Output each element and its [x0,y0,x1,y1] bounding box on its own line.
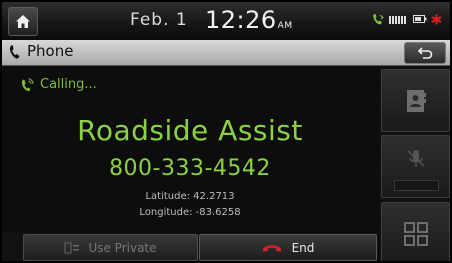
date-display: Feb. 1 [130,10,188,30]
mic-level-indicator [394,180,439,191]
contact-name: Roadside Assist [77,114,303,147]
status-icons [371,12,442,26]
bluetooth-call-icon [373,14,384,25]
call-status-row: Calling... [20,77,97,92]
call-status-text: Calling... [40,77,97,92]
back-arrow-icon [417,47,433,59]
call-action-bar: Use Private End [2,233,378,261]
home-icon [16,15,30,28]
contacts-book-icon [406,89,426,112]
mic-mute-icon [406,149,425,167]
alert-asterisk-icon [431,14,442,24]
title-bar: Phone [2,40,450,66]
status-bar: Feb. 1 12:26AM [2,2,450,40]
longitude-text: Longitude: -83.6258 [139,207,241,218]
latitude-text: Latitude: 42.2713 [145,191,235,202]
phone-screen: Feb. 1 12:26AM Phone Calling... Roadside… [2,2,450,261]
contacts-button[interactable] [381,69,450,132]
back-button[interactable] [404,42,446,64]
keypad-button[interactable] [381,202,450,261]
end-call-label: End [291,240,315,255]
use-private-button[interactable]: Use Private [23,234,198,261]
contact-number: 800-333-4542 [109,156,271,181]
home-button[interactable] [8,7,38,36]
end-call-button[interactable]: End [199,234,377,261]
use-private-label: Use Private [88,240,157,255]
calling-phone-icon [21,77,34,91]
clock-ampm: AM [277,21,293,31]
phone-handset-icon [9,45,20,59]
end-call-icon [262,244,281,251]
page-title: Phone [27,42,74,60]
side-panel [379,66,450,261]
mute-mic-button[interactable] [381,135,450,198]
battery-icon [413,15,427,23]
call-info-panel: Calling... Roadside Assist 800-333-4542 … [2,66,378,234]
keypad-grid-icon [403,221,428,246]
private-handset-icon [64,242,80,253]
clock-time: 12:26 [205,6,277,34]
signal-strength-icon [389,16,406,24]
clock: 12:26AM [205,6,293,34]
